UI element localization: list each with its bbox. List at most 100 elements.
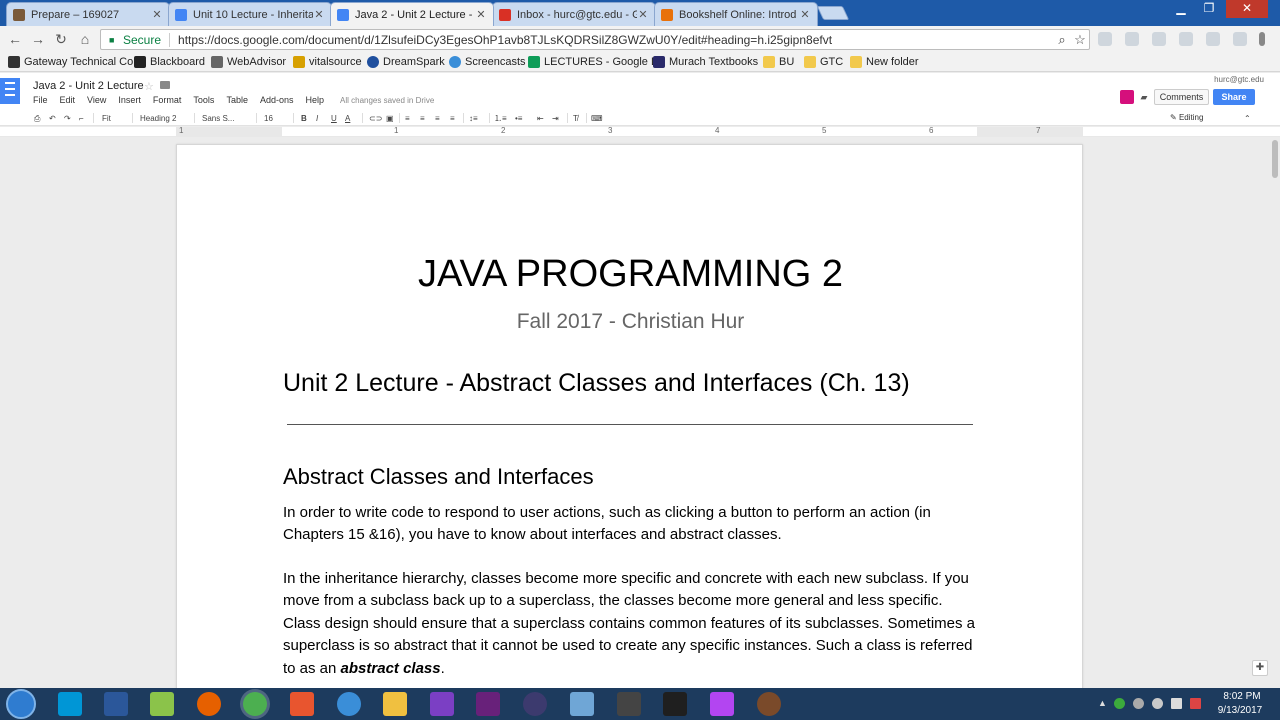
unit-heading[interactable]: Unit 2 Lecture - Abstract Classes and In… [283,369,910,398]
word-icon[interactable] [104,692,128,716]
line-spacing-icon[interactable]: ↕≡ [469,113,478,124]
bookmark-blackboard[interactable]: Blackboard [134,55,205,69]
style-select[interactable]: Heading 2 [140,113,176,124]
section-heading[interactable]: Abstract Classes and Interfaces [283,464,594,490]
firefox-icon[interactable] [197,692,221,716]
bookmark-webadvisor[interactable]: WebAdvisor [211,55,286,69]
align-left-icon[interactable]: ≡ [405,113,410,124]
tab-inbox[interactable]: Inbox - hurc@gtc.edu - G ✕ [492,2,656,26]
forward-icon[interactable]: → [29,30,47,48]
search-icon[interactable]: ⌕ [1053,32,1071,48]
document-title[interactable]: Java 2 - Unit 2 Lecture [33,80,144,92]
webstorm-icon[interactable] [663,692,687,716]
align-right-icon[interactable]: ≡ [435,113,440,124]
screencast-o-matic-icon[interactable] [337,692,361,716]
menu-help[interactable]: Help [299,95,330,106]
link-icon[interactable]: ⊂⊃ [369,113,382,124]
g-app-icon[interactable] [617,692,641,716]
extension-icon[interactable] [1152,32,1166,46]
reload-icon[interactable]: ↻ [52,30,70,48]
menu-table[interactable]: Table [220,95,254,106]
restore-icon[interactable]: ❐ [1196,0,1222,18]
explore-icon[interactable]: ✚ [1252,660,1268,676]
redo-icon[interactable]: ↷ [64,113,71,124]
extension-icon[interactable] [1098,32,1112,46]
zoom-select[interactable]: Fit [102,113,111,124]
visual-studio-2-icon[interactable] [476,692,500,716]
tray-app-icon[interactable] [1133,698,1144,709]
italic-icon[interactable]: I [316,113,318,124]
clock-date[interactable]: 9/13/2017 [1212,705,1268,716]
document-canvas[interactable]: JAVA PROGRAMMING 2 Fall 2017 - Christian… [0,137,1280,688]
paragraph[interactable]: In the inheritance hierarchy, classes be… [283,568,983,680]
comment-icon[interactable]: ▣ [386,113,394,124]
tab-prepare[interactable]: Prepare – 169027 ✕ [6,2,170,26]
close-tab-icon[interactable]: ✕ [637,8,649,21]
bookmark-murach[interactable]: Murach Textbooks [653,55,758,69]
text-color-icon[interactable]: A [345,113,350,124]
avatar[interactable] [1120,90,1134,104]
bulleted-list-icon[interactable]: •≡ [515,113,522,124]
extension-icon[interactable] [1206,32,1220,46]
menu-file[interactable]: File [27,95,54,106]
underline-icon[interactable]: U [331,113,337,124]
numbered-list-icon[interactable]: ⒈≡ [494,113,507,124]
document-page[interactable]: JAVA PROGRAMMING 2 Fall 2017 - Christian… [176,144,1083,688]
clear-formatting-icon[interactable]: T̸ [573,113,578,124]
document-heading[interactable]: JAVA PROGRAMMING 2 [177,253,1084,296]
tab-bookshelf[interactable]: Bookshelf Online: Introd ✕ [654,2,818,26]
bookmark-folder-bu[interactable]: BU [763,55,794,69]
docs-logo-icon[interactable] [0,78,20,104]
menu-edit[interactable]: Edit [54,95,82,106]
star-icon[interactable]: ☆ [144,80,154,93]
visual-studio-icon[interactable] [430,692,454,716]
comments-button[interactable]: Comments [1154,89,1209,105]
font-select[interactable]: Sans S... [202,113,234,124]
close-tab-icon[interactable]: ✕ [313,8,325,21]
menu-insert[interactable]: Insert [112,95,147,106]
file-explorer-icon[interactable] [383,692,407,716]
camtasia-icon[interactable] [290,692,314,716]
paint-format-icon[interactable]: ⌐ [79,113,84,124]
new-tab-button[interactable] [816,6,850,20]
tomcat-icon[interactable] [757,692,781,716]
bookmark-star-icon[interactable]: ☆ [1071,32,1089,48]
bookmark-vitalsource[interactable]: vitalsource [293,55,362,69]
chrome-icon[interactable] [243,692,267,716]
chrome-menu-icon[interactable] [1259,32,1265,46]
align-center-icon[interactable]: ≡ [420,113,425,124]
bookmark-lectures[interactable]: LECTURES - Google D [528,55,659,69]
tray-app-icon[interactable] [1152,698,1163,709]
start-button[interactable] [6,689,36,719]
back-icon[interactable]: ← [6,30,24,48]
extension-icon[interactable] [1233,32,1247,46]
decrease-indent-icon[interactable]: ⇤ [537,113,544,124]
address-bar[interactable]: ■ Secure https://docs.google.com/documen… [100,29,1090,50]
close-tab-icon[interactable]: ✕ [151,8,163,21]
increase-indent-icon[interactable]: ⇥ [552,113,559,124]
menu-format[interactable]: Format [147,95,188,106]
close-tab-icon[interactable]: ✕ [475,8,487,21]
volume-icon[interactable] [1190,698,1201,709]
collapse-icon[interactable]: ⌃ [1244,113,1251,124]
undo-icon[interactable]: ↶ [49,113,56,124]
virtualbox-icon[interactable] [570,692,594,716]
paragraph[interactable]: In order to write code to respond to use… [283,502,983,547]
network-icon[interactable] [1171,698,1182,709]
menu-add-ons[interactable]: Add-ons [254,95,300,106]
tray-app-icon[interactable] [1114,698,1125,709]
tab-java-2-unit-2[interactable]: Java 2 - Unit 2 Lecture - G ✕ [330,2,494,26]
font-size-select[interactable]: 16 [264,113,273,124]
url-text[interactable]: https://docs.google.com/document/d/1Zlsu… [178,33,1053,47]
input-tools-icon[interactable]: ⌨ [591,113,603,124]
close-tab-icon[interactable]: ✕ [799,8,811,21]
extension-icon[interactable] [1179,32,1193,46]
hp-support-icon[interactable] [58,692,82,716]
extension-icon[interactable] [1125,32,1139,46]
bold-icon[interactable]: B [301,113,307,124]
account-email[interactable]: hurc@gtc.edu [1214,75,1264,84]
bookmark-gateway[interactable]: Gateway Technical Co [8,55,133,69]
remote-desktop-icon[interactable] [150,692,174,716]
menu-tools[interactable]: Tools [187,95,220,106]
bookmark-dreamspark[interactable]: DreamSpark [367,55,445,69]
